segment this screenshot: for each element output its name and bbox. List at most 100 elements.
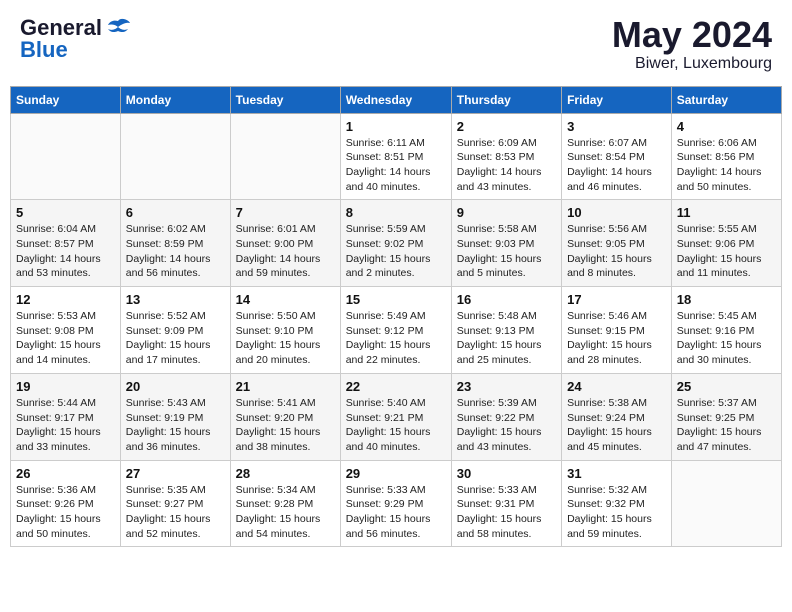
day-info: Sunrise: 5:34 AM Sunset: 9:28 PM Dayligh…	[236, 483, 335, 542]
day-cell: 25 Sunrise: 5:37 AM Sunset: 9:25 PM Dayli…	[671, 373, 781, 460]
day-cell: 18 Sunrise: 5:45 AM Sunset: 9:16 PM Dayli…	[671, 287, 781, 374]
day-cell: 8 Sunrise: 5:59 AM Sunset: 9:02 PM Daylig…	[340, 200, 451, 287]
day-info: Sunrise: 6:01 AM Sunset: 9:00 PM Dayligh…	[236, 222, 335, 281]
day-info: Sunrise: 5:40 AM Sunset: 9:21 PM Dayligh…	[346, 396, 446, 455]
day-cell: 11Sunrise: 5:55 AM Sunset: 9:06 PM Dayli…	[671, 200, 781, 287]
day-number: 28	[236, 466, 335, 481]
day-cell: 16 Sunrise: 5:48 AM Sunset: 9:13 PM Dayli…	[451, 287, 561, 374]
day-cell: 21 Sunrise: 5:41 AM Sunset: 9:20 PM Dayli…	[230, 373, 340, 460]
day-number: 6	[126, 205, 225, 220]
day-info: Sunrise: 5:46 AM Sunset: 9:15 PM Dayligh…	[567, 309, 666, 368]
day-number: 12	[16, 292, 115, 307]
day-number: 30	[457, 466, 556, 481]
day-cell: 23 Sunrise: 5:39 AM Sunset: 9:22 PM Dayli…	[451, 373, 561, 460]
day-info: Sunrise: 5:32 AM Sunset: 9:32 PM Dayligh…	[567, 483, 666, 542]
day-info: Sunrise: 5:36 AM Sunset: 9:26 PM Dayligh…	[16, 483, 115, 542]
day-info: Sunrise: 5:49 AM Sunset: 9:12 PM Dayligh…	[346, 309, 446, 368]
header-row: SundayMondayTuesdayWednesdayThursdayFrid…	[11, 86, 782, 113]
day-info: Sunrise: 5:35 AM Sunset: 9:27 PM Dayligh…	[126, 483, 225, 542]
column-header-friday: Friday	[562, 86, 672, 113]
day-info: Sunrise: 5:56 AM Sunset: 9:05 PM Dayligh…	[567, 222, 666, 281]
day-info: Sunrise: 6:11 AM Sunset: 8:51 PM Dayligh…	[346, 136, 446, 195]
day-info: Sunrise: 5:45 AM Sunset: 9:16 PM Dayligh…	[677, 309, 776, 368]
day-number: 23	[457, 379, 556, 394]
column-header-wednesday: Wednesday	[340, 86, 451, 113]
day-cell: 15 Sunrise: 5:49 AM Sunset: 9:12 PM Dayli…	[340, 287, 451, 374]
column-header-monday: Monday	[120, 86, 230, 113]
calendar-table: SundayMondayTuesdayWednesdayThursdayFrid…	[10, 86, 782, 548]
day-cell: 26Sunrise: 5:36 AM Sunset: 9:26 PM Dayli…	[11, 460, 121, 547]
day-cell: 17Sunrise: 5:46 AM Sunset: 9:15 PM Dayli…	[562, 287, 672, 374]
day-number: 21	[236, 379, 335, 394]
day-cell: 4 Sunrise: 6:06 AM Sunset: 8:56 PM Daylig…	[671, 113, 781, 200]
week-row-1: 1 Sunrise: 6:11 AM Sunset: 8:51 PM Daylig…	[11, 113, 782, 200]
day-number: 15	[346, 292, 446, 307]
day-info: Sunrise: 5:59 AM Sunset: 9:02 PM Dayligh…	[346, 222, 446, 281]
day-cell: 24Sunrise: 5:38 AM Sunset: 9:24 PM Dayli…	[562, 373, 672, 460]
day-cell: 1 Sunrise: 6:11 AM Sunset: 8:51 PM Daylig…	[340, 113, 451, 200]
day-info: Sunrise: 5:44 AM Sunset: 9:17 PM Dayligh…	[16, 396, 115, 455]
column-header-tuesday: Tuesday	[230, 86, 340, 113]
column-header-sunday: Sunday	[11, 86, 121, 113]
day-number: 31	[567, 466, 666, 481]
week-row-5: 26Sunrise: 5:36 AM Sunset: 9:26 PM Dayli…	[11, 460, 782, 547]
calendar-subtitle: Biwer, Luxembourg	[612, 55, 772, 73]
day-cell: 5 Sunrise: 6:04 AM Sunset: 8:57 PM Daylig…	[11, 200, 121, 287]
day-cell: 2 Sunrise: 6:09 AM Sunset: 8:53 PM Daylig…	[451, 113, 561, 200]
day-info: Sunrise: 5:50 AM Sunset: 9:10 PM Dayligh…	[236, 309, 335, 368]
day-number: 5	[16, 205, 115, 220]
day-cell: 6 Sunrise: 6:02 AM Sunset: 8:59 PM Daylig…	[120, 200, 230, 287]
logo-bird-icon	[104, 17, 132, 39]
day-info: Sunrise: 5:37 AM Sunset: 9:25 PM Dayligh…	[677, 396, 776, 455]
day-number: 16	[457, 292, 556, 307]
day-info: Sunrise: 6:07 AM Sunset: 8:54 PM Dayligh…	[567, 136, 666, 195]
day-info: Sunrise: 5:48 AM Sunset: 9:13 PM Dayligh…	[457, 309, 556, 368]
day-number: 10	[567, 205, 666, 220]
day-cell	[120, 113, 230, 200]
day-cell: 29Sunrise: 5:33 AM Sunset: 9:29 PM Dayli…	[340, 460, 451, 547]
logo: General Blue	[20, 15, 132, 63]
day-number: 29	[346, 466, 446, 481]
day-number: 3	[567, 119, 666, 134]
day-cell: 10 Sunrise: 5:56 AM Sunset: 9:05 PM Dayli…	[562, 200, 672, 287]
day-cell	[11, 113, 121, 200]
week-row-2: 5 Sunrise: 6:04 AM Sunset: 8:57 PM Daylig…	[11, 200, 782, 287]
day-info: Sunrise: 5:58 AM Sunset: 9:03 PM Dayligh…	[457, 222, 556, 281]
day-info: Sunrise: 5:55 AM Sunset: 9:06 PM Dayligh…	[677, 222, 776, 281]
day-cell: 22Sunrise: 5:40 AM Sunset: 9:21 PM Dayli…	[340, 373, 451, 460]
day-cell: 28 Sunrise: 5:34 AM Sunset: 9:28 PM Dayli…	[230, 460, 340, 547]
day-number: 19	[16, 379, 115, 394]
day-info: Sunrise: 6:04 AM Sunset: 8:57 PM Dayligh…	[16, 222, 115, 281]
day-number: 14	[236, 292, 335, 307]
day-cell: 13Sunrise: 5:52 AM Sunset: 9:09 PM Dayli…	[120, 287, 230, 374]
day-cell: 3 Sunrise: 6:07 AM Sunset: 8:54 PM Daylig…	[562, 113, 672, 200]
day-number: 8	[346, 205, 446, 220]
day-number: 27	[126, 466, 225, 481]
page-header: General Blue May 2024 Biwer, Luxembourg	[10, 10, 782, 78]
day-cell	[671, 460, 781, 547]
day-cell: 31 Sunrise: 5:32 AM Sunset: 9:32 PM Dayli…	[562, 460, 672, 547]
day-cell: 14 Sunrise: 5:50 AM Sunset: 9:10 PM Dayli…	[230, 287, 340, 374]
day-info: Sunrise: 5:41 AM Sunset: 9:20 PM Dayligh…	[236, 396, 335, 455]
day-number: 2	[457, 119, 556, 134]
day-number: 24	[567, 379, 666, 394]
column-header-saturday: Saturday	[671, 86, 781, 113]
day-info: Sunrise: 6:06 AM Sunset: 8:56 PM Dayligh…	[677, 136, 776, 195]
day-number: 25	[677, 379, 776, 394]
day-number: 13	[126, 292, 225, 307]
day-cell: 7 Sunrise: 6:01 AM Sunset: 9:00 PM Daylig…	[230, 200, 340, 287]
day-cell: 9Sunrise: 5:58 AM Sunset: 9:03 PM Daylig…	[451, 200, 561, 287]
title-block: May 2024 Biwer, Luxembourg	[612, 15, 772, 73]
calendar-title: May 2024	[612, 15, 772, 55]
day-info: Sunrise: 5:39 AM Sunset: 9:22 PM Dayligh…	[457, 396, 556, 455]
day-cell: 12Sunrise: 5:53 AM Sunset: 9:08 PM Dayli…	[11, 287, 121, 374]
day-number: 18	[677, 292, 776, 307]
day-info: Sunrise: 5:43 AM Sunset: 9:19 PM Dayligh…	[126, 396, 225, 455]
day-info: Sunrise: 6:09 AM Sunset: 8:53 PM Dayligh…	[457, 136, 556, 195]
day-info: Sunrise: 6:02 AM Sunset: 8:59 PM Dayligh…	[126, 222, 225, 281]
day-number: 7	[236, 205, 335, 220]
day-number: 1	[346, 119, 446, 134]
week-row-4: 19 Sunrise: 5:44 AM Sunset: 9:17 PM Dayli…	[11, 373, 782, 460]
day-number: 4	[677, 119, 776, 134]
day-info: Sunrise: 5:33 AM Sunset: 9:31 PM Dayligh…	[457, 483, 556, 542]
